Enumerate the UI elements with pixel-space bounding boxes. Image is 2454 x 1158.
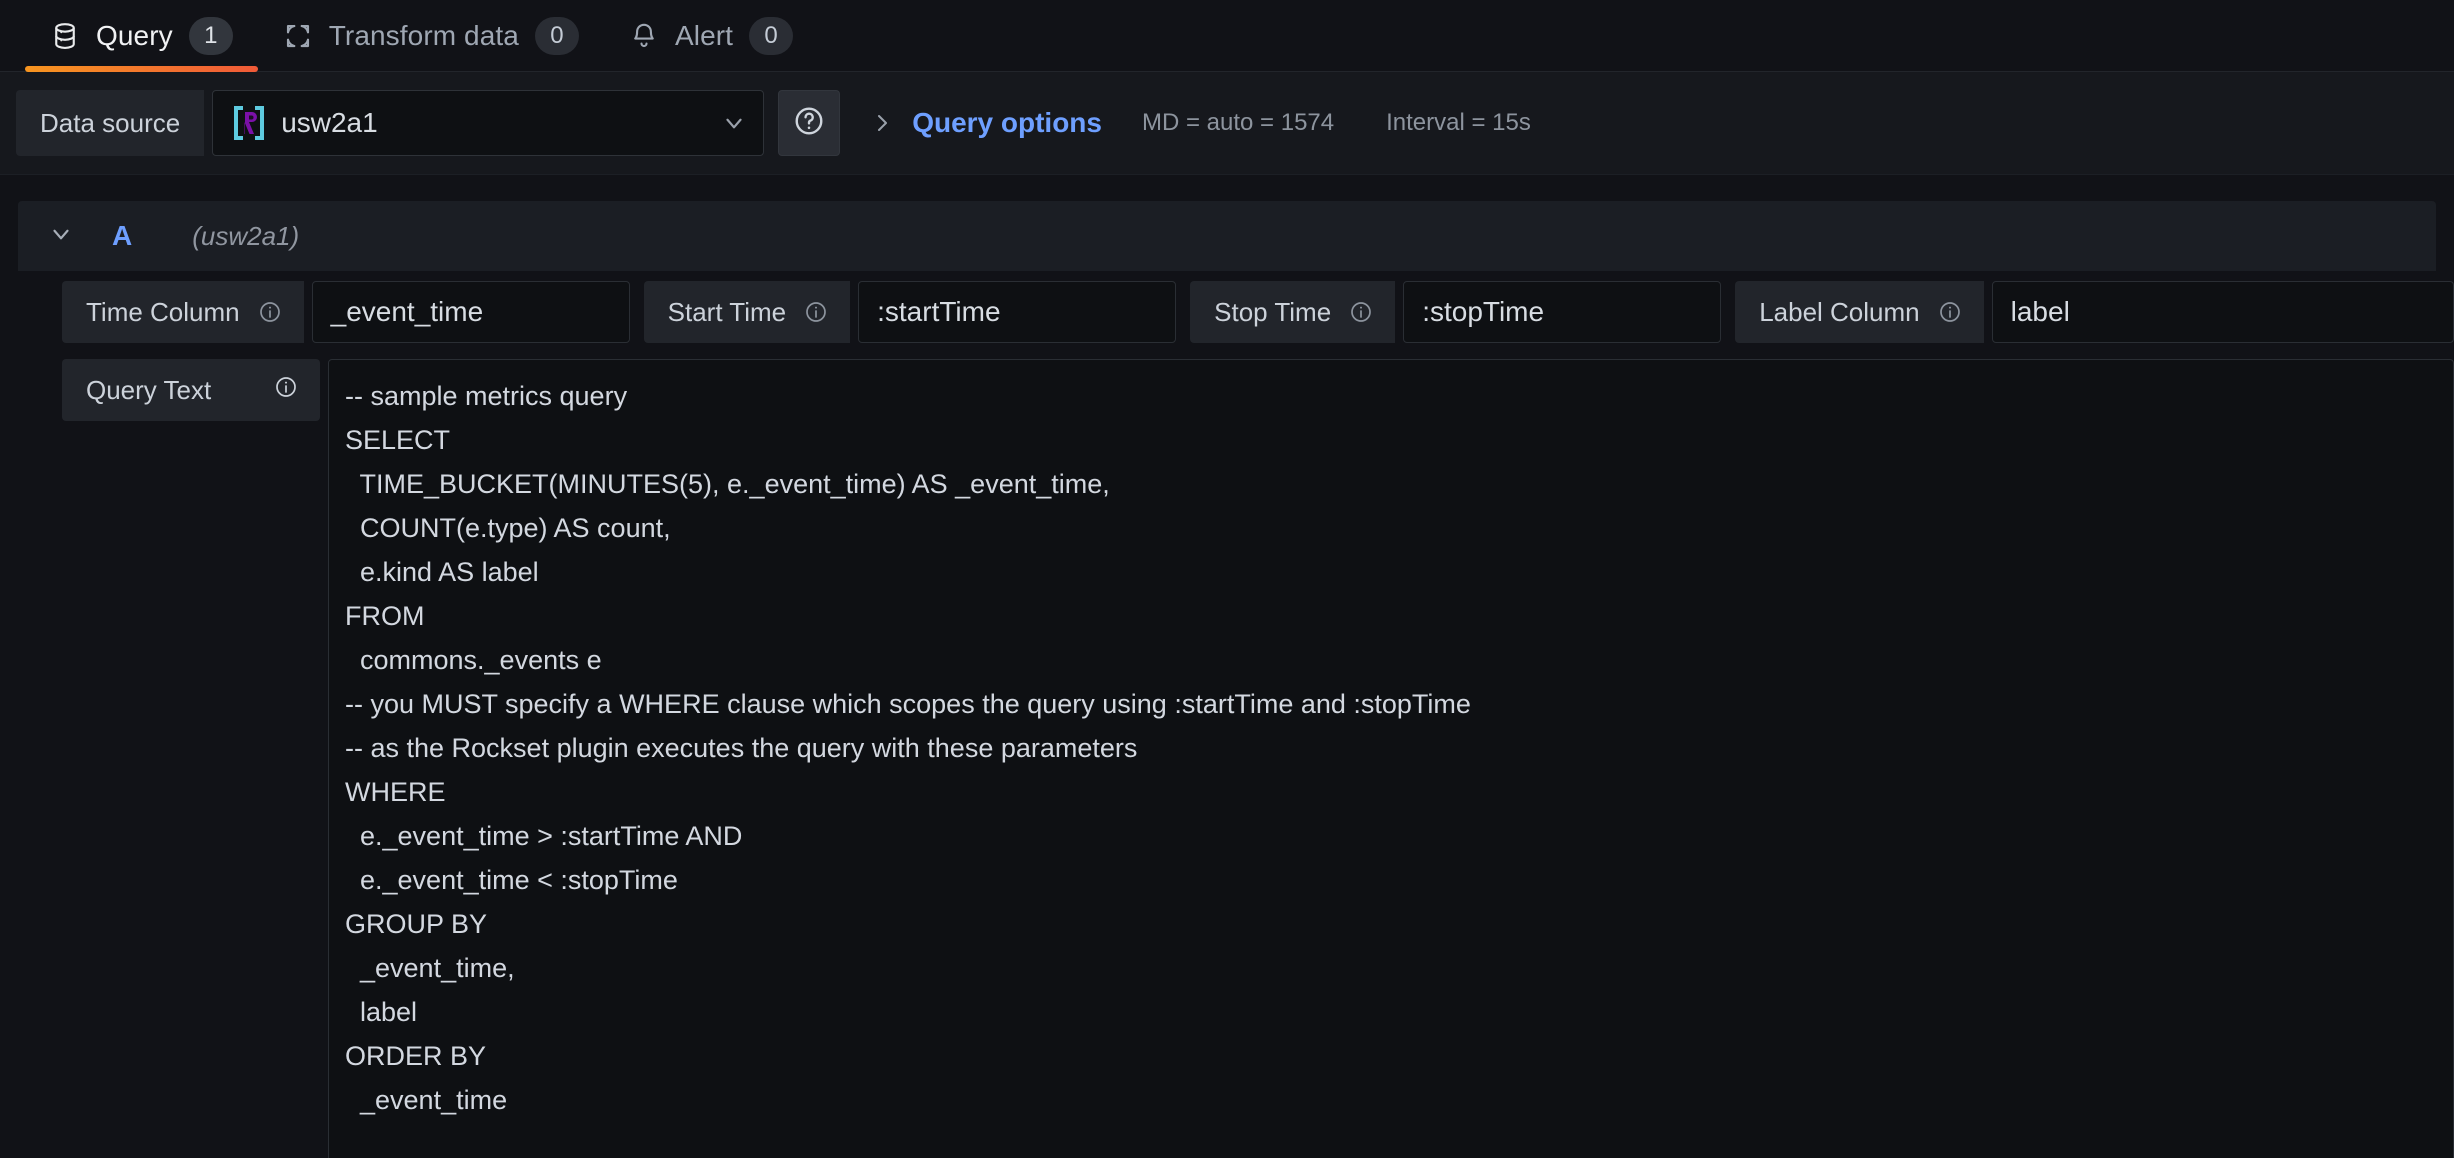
transform-icon: [283, 21, 313, 51]
time-column-label-text: Time Column: [86, 296, 240, 327]
info-circle-icon[interactable]: [1938, 300, 1962, 324]
query-row-header: A (usw2a1): [18, 201, 2436, 271]
query-text-label: Query Text: [62, 359, 320, 421]
query-text-label-text: Query Text: [86, 374, 212, 405]
data-source-value: usw2a1: [281, 107, 378, 138]
label-column-label-text: Label Column: [1759, 296, 1920, 327]
info-circle-icon[interactable]: [258, 300, 282, 324]
start-time-input[interactable]: :startTime: [858, 281, 1177, 343]
data-source-picker[interactable]: usw2a1: [212, 90, 765, 156]
bell-icon: [629, 21, 659, 51]
stop-time-input[interactable]: :stopTime: [1403, 281, 1722, 343]
tab-alert[interactable]: Alert 0: [604, 0, 818, 72]
label-column-label: Label Column: [1735, 281, 1984, 343]
database-icon: [50, 21, 80, 51]
tab-query-label: Query: [96, 20, 173, 51]
chevron-right-icon: [870, 111, 894, 135]
stop-time-field: Stop Time :stopTime: [1190, 281, 1722, 343]
stop-time-label: Stop Time: [1190, 281, 1396, 343]
query-options-label: Query options: [912, 107, 1102, 138]
query-text-row: Query Text -- sample metrics query SELEC…: [62, 359, 2454, 1158]
info-circle-icon[interactable]: [1349, 300, 1373, 324]
tab-alert-label: Alert: [674, 20, 734, 51]
chevron-down-icon: [48, 221, 74, 252]
query-row-ref-id[interactable]: A: [112, 220, 132, 252]
tab-transform-data[interactable]: Transform data 0: [258, 0, 604, 72]
help-circle-icon: [793, 105, 825, 142]
tab-alert-count: 0: [749, 17, 794, 55]
time-column-input[interactable]: _event_time: [311, 281, 630, 343]
query-options-toggle[interactable]: Query options MD = auto = 1574 Interval …: [858, 90, 1551, 156]
data-source-row: Data source usw2a1 Query options MD = au…: [0, 72, 2454, 175]
tab-transform-data-label: Transform data: [328, 20, 519, 51]
query-text-editor[interactable]: -- sample metrics query SELECT TIME_BUCK…: [328, 359, 2454, 1158]
query-editor-body: Time Column _event_time Start Time:star…: [0, 281, 2454, 1158]
active-tab-underline: [25, 66, 258, 72]
tab-query-count: 1: [188, 17, 233, 55]
tab-query[interactable]: Query 1: [25, 0, 258, 72]
query-row-collapse-toggle[interactable]: [48, 221, 90, 252]
data-source-help-button[interactable]: [778, 90, 841, 156]
start-time-label-text: Start Time: [667, 296, 787, 327]
query-options-max-data-points: MD = auto = 1574: [1141, 109, 1335, 136]
query-field-row: Time Column _event_time Start Time:star…: [62, 281, 2454, 343]
time-column-field: Time Column _event_time: [62, 281, 630, 343]
stop-time-label-text: Stop Time: [1214, 296, 1332, 327]
data-source-label: Data source: [16, 90, 205, 156]
info-circle-icon[interactable]: [274, 375, 298, 406]
tab-transform-data-count: 0: [534, 17, 579, 55]
query-row-datasource-name: (usw2a1): [192, 220, 300, 251]
chevron-down-icon[interactable]: [721, 110, 747, 136]
query-options-interval: Interval = 15s: [1386, 109, 1531, 136]
label-column-field: Label Column label: [1735, 281, 2454, 343]
start-time-label: Start Time: [643, 281, 851, 343]
info-circle-icon[interactable]: [804, 300, 828, 324]
start-time-field: Start Time :startTime: [643, 281, 1177, 343]
editor-tab-bar: Query 1 Transform data 0 Alert 0: [0, 0, 2454, 72]
time-column-label: Time Column: [62, 281, 304, 343]
label-column-input[interactable]: label: [1991, 281, 2454, 343]
rockset-logo-icon: [231, 103, 267, 143]
